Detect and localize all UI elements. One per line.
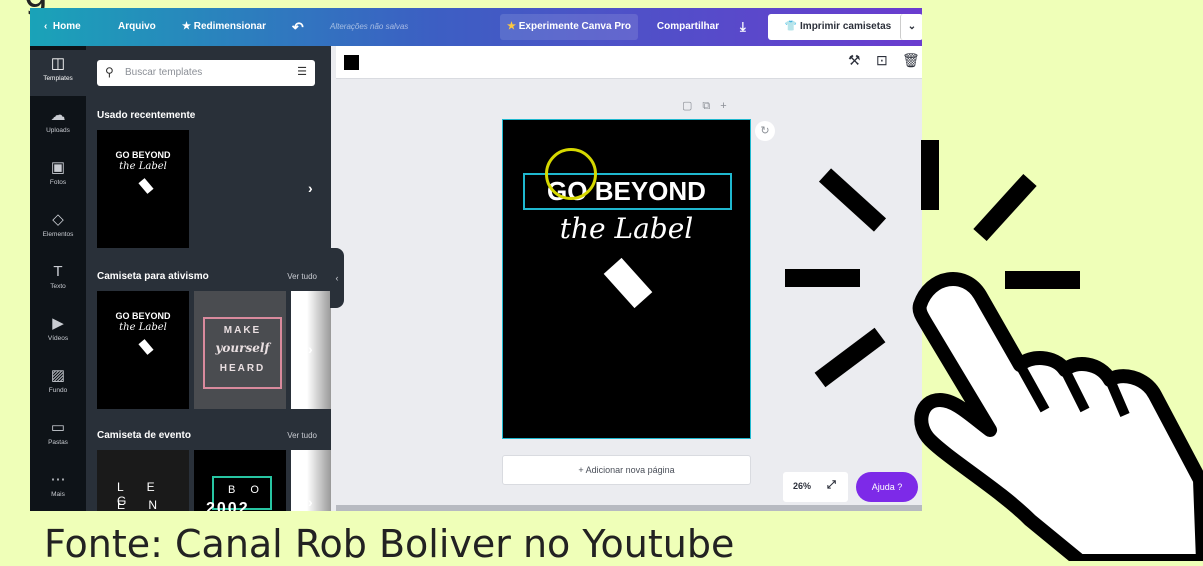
thumb-label-text: the Label (119, 322, 167, 333)
recent-template-go-beyond[interactable]: GO BEYOND the Label (97, 130, 189, 248)
event-see-all-link[interactable]: Ver tudo (287, 431, 317, 440)
thumb-bo-text: B O (228, 484, 265, 496)
duplicate-icon[interactable]: ⧉ (702, 100, 720, 112)
upload-cloud-icon: ☁ (50, 107, 66, 124)
templates-icon: ◫ (50, 55, 66, 72)
resize-label: Redimensionar (193, 21, 266, 32)
file-menu[interactable]: Arquivo (118, 8, 156, 46)
crown-icon: ★ (506, 21, 516, 32)
thumb-end-text: E N D (117, 498, 168, 511)
rail-uploads-label: Uploads (46, 127, 70, 134)
rail-background-label: Fundo (48, 387, 68, 394)
collapse-panel-handle[interactable]: ‹ (330, 248, 344, 308)
rail-background[interactable]: ▨ Fundo (30, 362, 86, 408)
paint-roller-icon[interactable]: ⚒ (848, 52, 861, 69)
thumb-yourself-text: yourself (215, 341, 270, 355)
home-label: Home (52, 21, 81, 32)
more-dots-icon: ⋯ (50, 471, 66, 488)
activism-template-make-yourself-heard[interactable]: MAKE yourself HEARD (194, 291, 286, 409)
try-pro-label: Experimente Canva Pro (518, 21, 631, 32)
add-page-button[interactable]: + Adicionar nova página (502, 455, 751, 485)
trash-icon[interactable]: 🗑 (902, 52, 920, 69)
canvas-tag-shape[interactable] (603, 257, 653, 309)
print-tshirts-button[interactable]: 👕 Imprimir camisetas (768, 14, 908, 40)
shapes-icon: ◇ (52, 211, 64, 228)
make-frame: MAKE yourself HEARD (203, 317, 282, 389)
print-label: Imprimir camisetas (800, 21, 892, 32)
thumb-label-text: the Label (119, 161, 167, 172)
templates-panel: ⚲ Buscar templates ☰ Usado recentemente … (86, 46, 331, 511)
recent-section-title: Usado recentemente (97, 110, 196, 121)
lock-icon[interactable]: ⊡ (876, 52, 888, 69)
template-search-box[interactable]: ⚲ Buscar templates ☰ (97, 60, 315, 86)
recent-next-chevron-icon[interactable]: › (308, 180, 313, 196)
thumb-tag-shape (138, 339, 154, 355)
folder-icon: ▭ (50, 419, 66, 436)
video-icon: ▶ (52, 315, 64, 332)
rail-photos[interactable]: ▣ Fotos (30, 154, 86, 200)
canvas-go-beyond-text[interactable]: GO BEYOND (503, 176, 750, 207)
hand-pointer-icon (912, 272, 1203, 561)
text-icon: T (53, 263, 63, 280)
thumb-go-beyond-text: GO BEYOND (115, 311, 171, 321)
home-button[interactable]: ‹ Home (44, 8, 81, 46)
rail-videos-label: Vídeos (47, 335, 69, 342)
rail-more-label: Mais (51, 491, 65, 498)
source-caption: Fonte: Canal Rob Boliver no Youtube (44, 522, 735, 566)
rail-uploads[interactable]: ☁ Uploads (30, 102, 86, 148)
editor-toolbar: ⚒ ⊡ 🗑 (336, 46, 922, 79)
thumb-make-text: MAKE (223, 325, 262, 336)
filter-sliders-icon[interactable]: ☰ (297, 65, 307, 78)
rotate-icon[interactable]: ↻ (755, 121, 775, 141)
event-template-bo-2002[interactable]: B O 2002 (194, 450, 286, 511)
download-icon[interactable]: ⤓ (740, 8, 746, 46)
search-icon: ⚲ (105, 65, 114, 79)
click-hand-illustration (785, 140, 1203, 561)
click-highlight-ring (545, 148, 597, 200)
rail-text-label: Texto (50, 283, 66, 290)
activism-template-go-beyond[interactable]: GO BEYOND the Label (97, 291, 189, 409)
activism-next-chevron-icon[interactable]: › (308, 341, 313, 357)
rail-folders-label: Pastas (48, 439, 68, 446)
thumb-tag-shape (138, 178, 154, 194)
rail-videos[interactable]: ▶ Vídeos (30, 310, 86, 356)
share-button[interactable]: Compartilhar (650, 14, 726, 40)
rail-templates[interactable]: ◫ Templates (30, 50, 86, 96)
unsaved-status: Alterações não salvas (330, 22, 409, 31)
rail-more[interactable]: ⋯ Mais (30, 466, 86, 511)
add-icon[interactable]: + (720, 100, 736, 112)
thumb-year-text: 2002 (206, 500, 250, 511)
note-icon[interactable]: ▢ (682, 100, 702, 112)
try-pro-button[interactable]: ★ Experimente Canva Pro (500, 14, 638, 40)
photo-icon: ▣ (50, 159, 66, 176)
activism-see-all-link[interactable]: Ver tudo (287, 272, 317, 281)
star-icon: ★ (182, 21, 191, 32)
activism-section-title: Camiseta para ativismo (97, 271, 209, 282)
design-page[interactable]: GO BEYOND the Label (502, 119, 751, 439)
background-pattern-icon: ▨ (50, 367, 66, 384)
thumb-go-beyond-text: GO BEYOND (115, 150, 171, 160)
print-options-chevron-icon[interactable]: ⌄ (900, 14, 922, 40)
tshirt-icon: 👕 (784, 21, 798, 32)
event-template-legend[interactable]: L E G E N D (97, 450, 189, 511)
thumb-heard-text: HEARD (219, 363, 266, 374)
undo-icon[interactable]: ↶ (292, 8, 304, 46)
page-tools[interactable]: ▢⧉+ (682, 99, 737, 113)
rail-elements-label: Elementos (42, 231, 74, 238)
color-swatch[interactable] (344, 55, 359, 70)
event-section-title: Camiseta de evento (97, 430, 191, 441)
resize-button[interactable]: ★ Redimensionar (182, 8, 266, 46)
canvas-label-text[interactable]: the Label (503, 212, 750, 245)
rail-folders[interactable]: ▭ Pastas (30, 414, 86, 460)
rail-elements[interactable]: ◇ Elementos (30, 206, 86, 252)
event-next-chevron-icon[interactable]: › (308, 494, 313, 510)
rail-templates-label: Templates (43, 75, 73, 82)
rail-photos-label: Fotos (49, 179, 67, 186)
side-rail: ◫ Templates ☁ Uploads ▣ Fotos ◇ Elementos TT… (30, 46, 86, 511)
top-bar: ‹ Home Arquivo ★ Redimensionar ↶ Alteraç… (30, 8, 922, 46)
search-placeholder: Buscar templates (125, 67, 203, 78)
rail-text[interactable]: T Texto (30, 258, 86, 304)
